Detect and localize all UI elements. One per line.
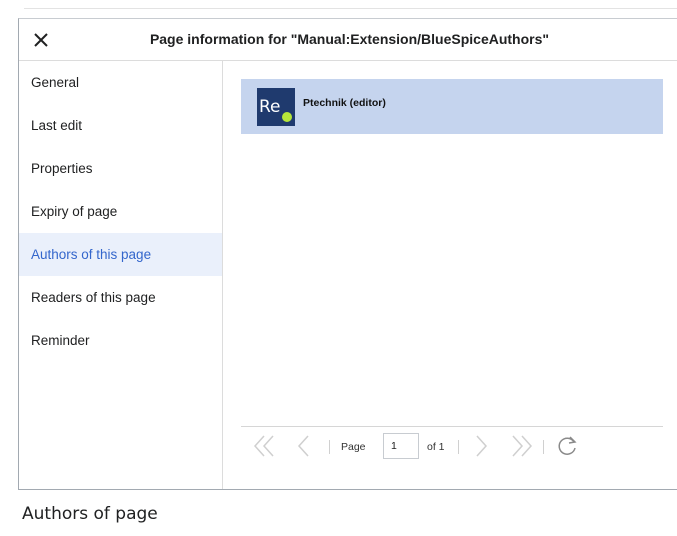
dialog-title: Page information for "Manual:Extension/B…	[149, 31, 550, 47]
pager-separator	[329, 440, 330, 454]
refresh-icon	[558, 436, 577, 455]
sidebar-item-authors[interactable]: Authors of this page	[19, 233, 222, 276]
page-number-input[interactable]	[383, 433, 419, 459]
page-count-label: of 1	[427, 441, 445, 453]
sidebar-item-readers[interactable]: Readers of this page	[19, 276, 222, 319]
next-page-icon	[476, 435, 488, 457]
sidebar-item-expiry[interactable]: Expiry of page	[19, 190, 222, 233]
sidebar-nav: General Last edit Properties Expiry of p…	[19, 61, 223, 489]
sidebar-item-reminder[interactable]: Reminder	[19, 319, 222, 362]
previous-page-icon	[297, 435, 309, 457]
image-caption: Authors of page	[22, 504, 158, 524]
page-label: Page	[341, 441, 366, 453]
sidebar-item-last-edit[interactable]: Last edit	[19, 104, 222, 147]
refresh-button[interactable]	[555, 433, 579, 459]
sidebar-item-general[interactable]: General	[19, 61, 222, 104]
previous-page-button[interactable]	[293, 433, 317, 459]
avatar-status-dot	[282, 111, 292, 122]
page-top-strip	[0, 0, 677, 18]
avatar-initials: Re	[259, 96, 281, 117]
page-information-dialog: Page information for "Manual:Extension/B…	[18, 18, 677, 490]
first-page-button[interactable]	[253, 433, 277, 459]
last-page-icon	[512, 435, 533, 457]
dialog-header: Page information for "Manual:Extension/B…	[19, 19, 677, 61]
first-page-icon	[253, 435, 274, 457]
last-page-button[interactable]	[509, 433, 533, 459]
author-list-item[interactable]: Re Ptechnik (editor)	[241, 79, 663, 134]
pager-separator	[458, 440, 459, 454]
avatar: Re	[257, 87, 295, 126]
author-name: Ptechnik (editor)	[303, 96, 386, 109]
pagination-toolbar: Page of 1	[241, 426, 663, 467]
authors-panel: Re Ptechnik (editor) Page of 1	[223, 61, 677, 489]
next-page-button[interactable]	[469, 433, 493, 459]
pager-separator	[543, 440, 544, 454]
sidebar-item-properties[interactable]: Properties	[19, 147, 222, 190]
top-divider	[24, 8, 677, 9]
